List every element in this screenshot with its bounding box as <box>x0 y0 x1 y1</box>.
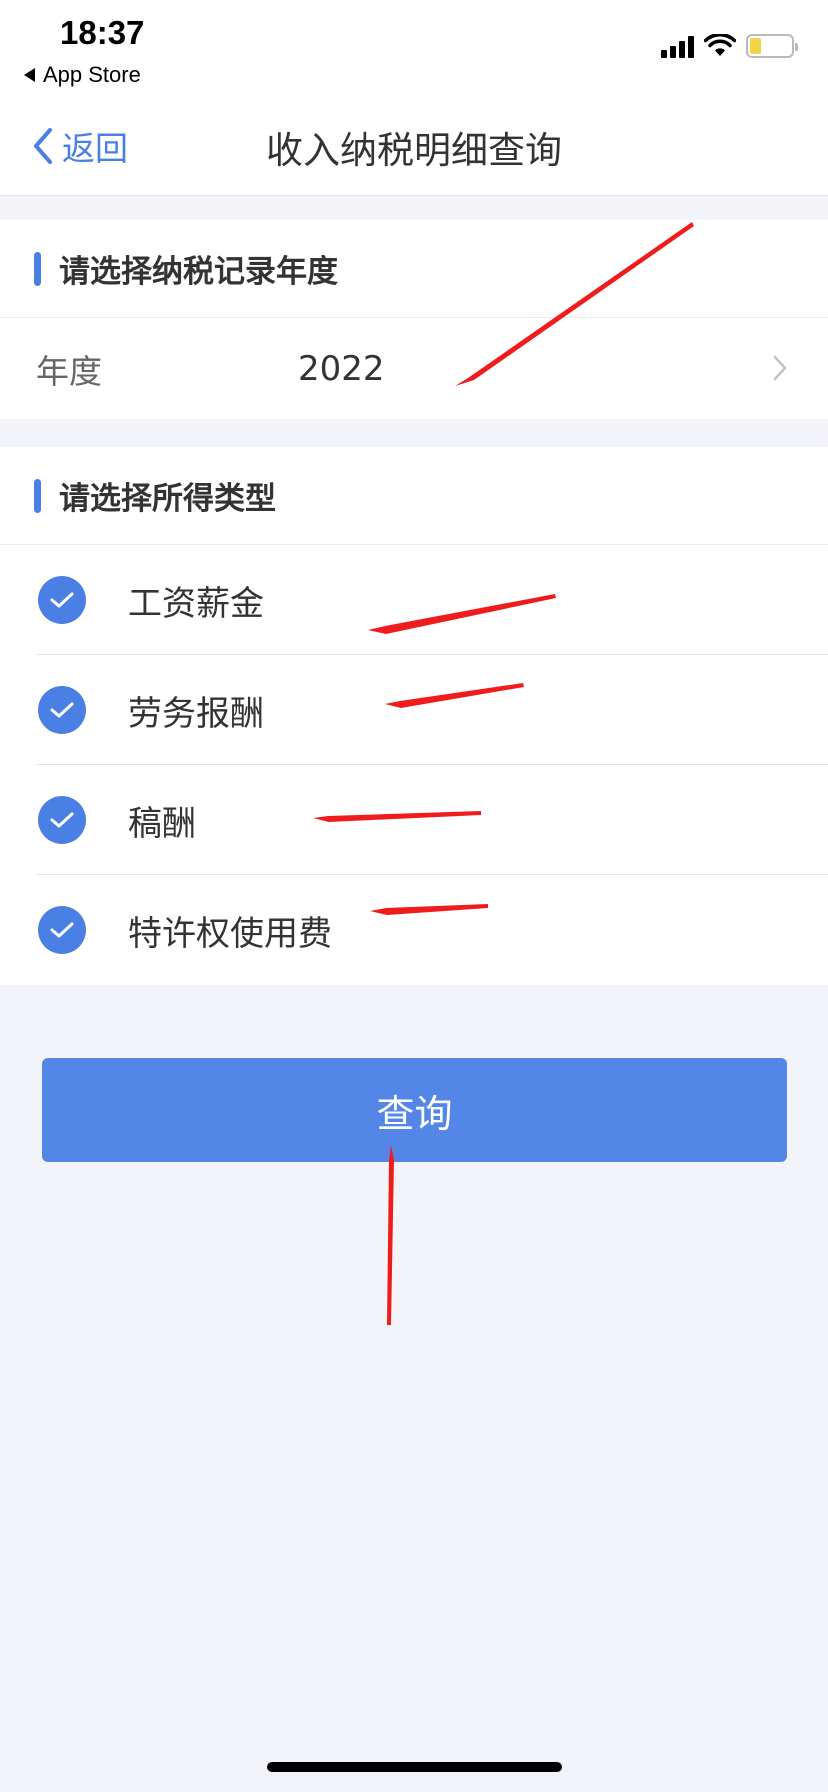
year-section-title: 请选择纳税记录年度 <box>59 254 338 290</box>
checkmark-icon[interactable] <box>38 906 86 954</box>
income-type-section: 请选择所得类型 工资薪金 劳务报酬 稿酬 特许权使用费 <box>0 447 828 985</box>
status-time: 18:37 <box>60 14 145 51</box>
income-option-label: 劳务报酬 <box>128 693 264 734</box>
income-option-royalty[interactable]: 稿酬 <box>0 765 828 875</box>
year-value: 2022 <box>298 348 385 389</box>
status-icons <box>661 34 798 58</box>
income-option-franchise[interactable]: 特许权使用费 <box>0 875 828 985</box>
chevron-right-icon <box>773 355 787 381</box>
income-option-salary[interactable]: 工资薪金 <box>0 545 828 655</box>
checkmark-icon[interactable] <box>38 576 86 624</box>
wifi-icon <box>704 34 736 56</box>
back-triangle-icon <box>24 68 35 82</box>
year-label: 年度 <box>36 351 102 391</box>
year-section: 请选择纳税记录年度 年度 2022 <box>0 220 828 419</box>
back-to-app-store[interactable]: App Store <box>24 62 141 88</box>
checkmark-icon[interactable] <box>38 686 86 734</box>
income-option-labor[interactable]: 劳务报酬 <box>0 655 828 765</box>
income-section-title: 请选择所得类型 <box>59 481 276 517</box>
income-option-label: 稿酬 <box>128 803 196 844</box>
status-bar: 18:37 App Store <box>0 0 828 100</box>
income-option-label: 工资薪金 <box>128 583 264 624</box>
annotation-arrow <box>387 1145 394 1325</box>
section-accent-bar <box>34 251 41 286</box>
nav-bar: 返回 收入纳税明细查询 <box>0 100 828 196</box>
query-button[interactable]: 查询 <box>42 1058 787 1162</box>
home-indicator <box>267 1762 562 1772</box>
year-picker-row[interactable]: 年度 2022 <box>0 318 828 419</box>
back-app-label: App Store <box>43 62 141 87</box>
income-section-header: 请选择所得类型 <box>0 447 828 545</box>
income-option-label: 特许权使用费 <box>128 913 332 954</box>
page-title: 收入纳税明细查询 <box>266 129 562 172</box>
checkmark-icon[interactable] <box>38 796 86 844</box>
section-accent-bar <box>34 478 41 513</box>
battery-icon <box>746 34 798 58</box>
cellular-signal-icon <box>661 34 694 58</box>
year-section-header: 请选择纳税记录年度 <box>0 220 828 318</box>
